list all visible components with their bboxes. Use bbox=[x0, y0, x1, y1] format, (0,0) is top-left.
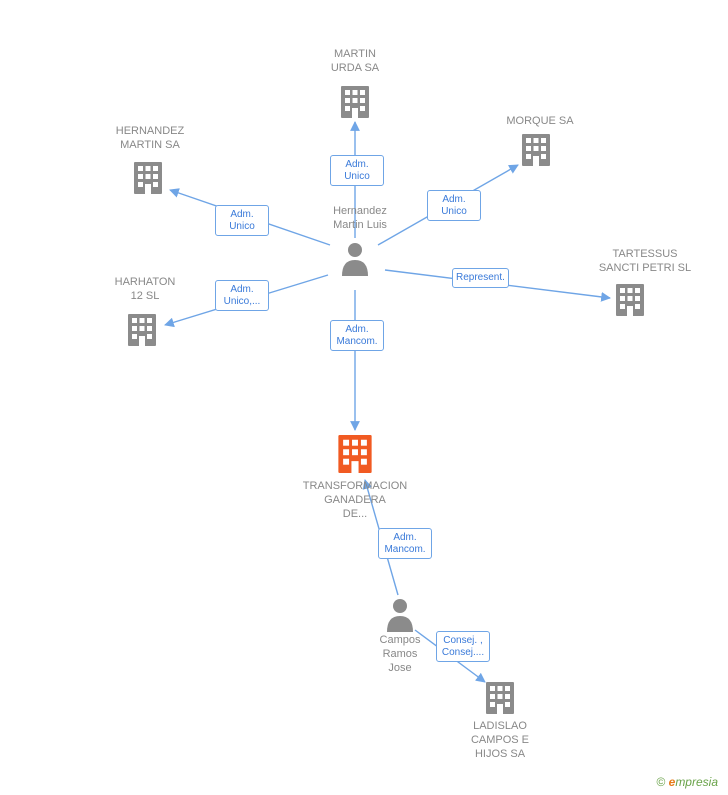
building-icon[interactable] bbox=[134, 162, 162, 194]
edge-label: Adm. Mancom. bbox=[378, 528, 432, 559]
node-label-tartessus: TARTESSUS SANCTI PETRI SL bbox=[580, 248, 710, 276]
network-canvas bbox=[0, 0, 728, 795]
node-label-center-person: Hernandez Martin Luis bbox=[300, 205, 420, 233]
node-label-hernandez: HERNANDEZ MARTIN SA bbox=[100, 125, 200, 153]
brand-rest: mpresia bbox=[675, 775, 718, 789]
edge-label: Adm. Mancom. bbox=[330, 320, 384, 351]
edge-label: Adm. Unico bbox=[330, 155, 384, 186]
node-label-ladislao: LADISLAO CAMPOS E HIJOS SA bbox=[460, 720, 540, 761]
person-icon[interactable] bbox=[387, 599, 413, 632]
edge-label: Adm. Unico bbox=[427, 190, 481, 221]
edge-label: Consej. , Consej.... bbox=[436, 631, 490, 662]
copyright-symbol: © bbox=[656, 775, 665, 789]
edge-label: Represent. bbox=[452, 268, 509, 288]
node-label-martin-urda: MARTIN URDA SA bbox=[310, 48, 400, 76]
building-icon[interactable] bbox=[341, 86, 369, 118]
node-label-harhaton: HARHATON 12 SL bbox=[95, 276, 195, 304]
footer-copyright: © empresia bbox=[656, 775, 718, 789]
building-icon[interactable] bbox=[522, 134, 550, 166]
edge-label: Adm. Unico bbox=[215, 205, 269, 236]
building-icon[interactable] bbox=[486, 682, 514, 714]
edge-label: Adm. Unico,... bbox=[215, 280, 269, 311]
building-icon-highlighted[interactable] bbox=[338, 435, 371, 473]
building-icon[interactable] bbox=[616, 284, 644, 316]
node-label-morque: MORQUE SA bbox=[495, 115, 585, 129]
node-label-campos: Campos Ramos Jose bbox=[365, 634, 435, 675]
person-icon[interactable] bbox=[342, 243, 368, 276]
node-label-transform: TRANSFORMACION GANADERA DE... bbox=[295, 480, 415, 521]
building-icon[interactable] bbox=[128, 314, 156, 346]
